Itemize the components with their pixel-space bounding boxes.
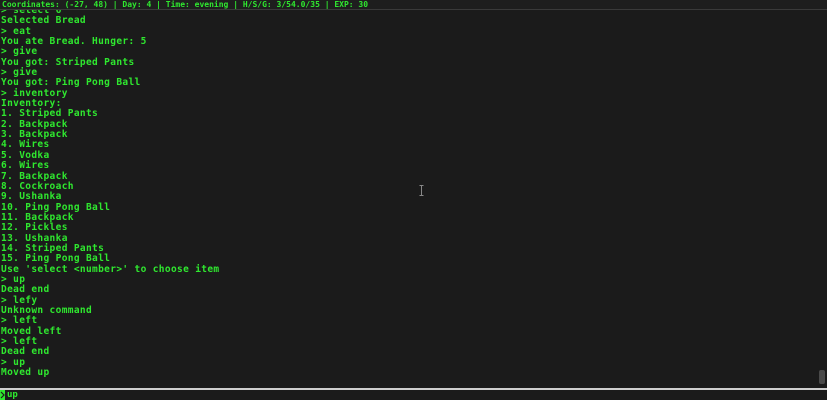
command-input[interactable] [5,390,787,400]
console-output-line: 12. Pickles [1,222,68,234]
status-bar: Coordinates: (-27, 48) | Day: 4 | Time: … [0,0,827,10]
console-log: > select 6 Selected Bread > eat You ate Bre… [1,10,220,378]
console-output-line: Use 'select <number>' to choose item [1,263,220,275]
i-beam-cursor-icon [419,185,424,196]
command-input-bar [0,388,827,400]
console-output-line: 6. Wires [1,160,50,172]
console-scrollbar[interactable] [816,10,827,388]
console-output-line: 9. Ushanka [1,191,62,203]
console-output-line: Dead end [1,346,50,358]
console-output-line: Moved up [1,367,50,379]
console-output-line: Selected Bread [1,15,86,27]
console-output-area[interactable]: > select 6 Selected Bread > eat You ate Bre… [0,10,816,388]
scrollbar-thumb[interactable] [819,370,825,384]
